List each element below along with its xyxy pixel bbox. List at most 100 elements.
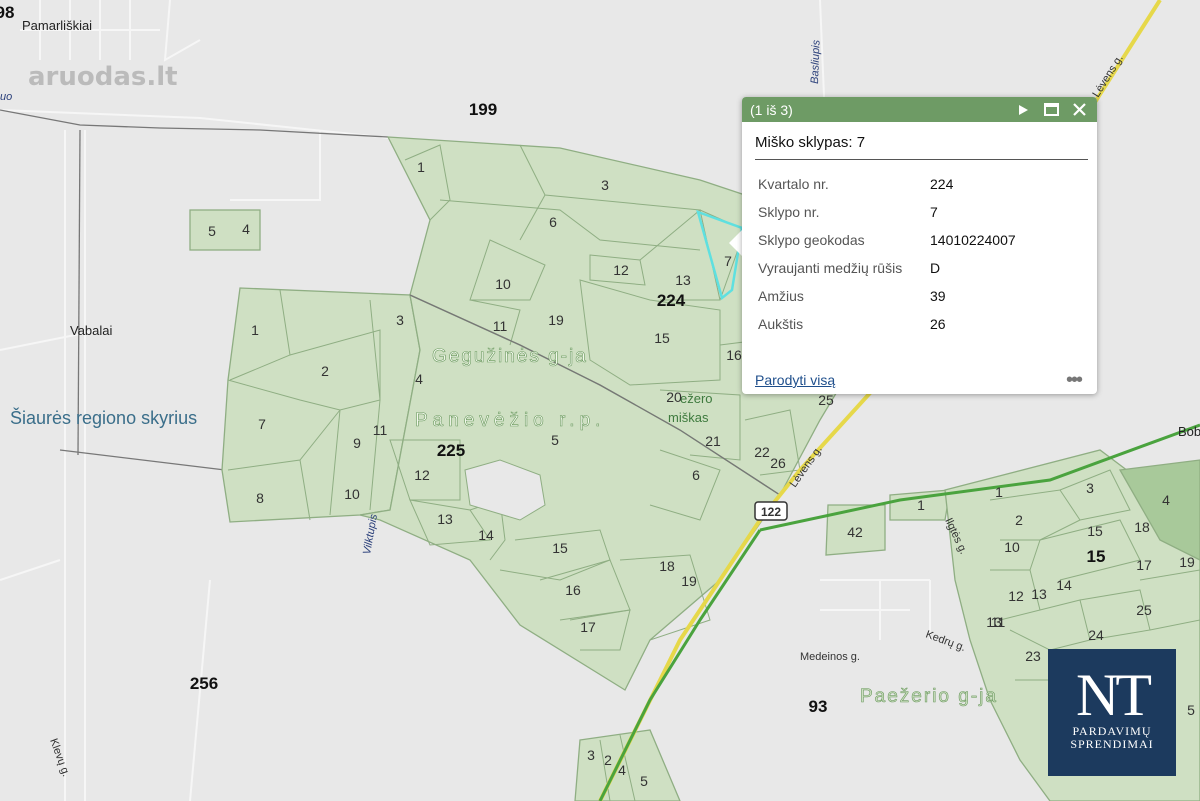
popup-pointer <box>729 229 743 257</box>
plot-number: 22 <box>754 444 770 460</box>
nt-logo: NT PARDAVIMŲ SPRENDIMAI <box>1048 649 1176 776</box>
plot-number: 23 <box>1025 648 1041 664</box>
attribute-value: 224 <box>930 176 954 192</box>
plot-number: 12 <box>1008 588 1024 604</box>
street-kedru: Kedrų g. <box>924 629 967 655</box>
plot-number: 11 <box>493 318 508 334</box>
popup-title: Miško sklypas: 7 <box>755 134 1088 160</box>
attribute-row: Kvartalo nr. 224 <box>758 170 1016 198</box>
plot-number: 3 <box>587 747 595 763</box>
street-vilktupis: Vilktupis <box>361 513 380 556</box>
plot-number: 2 <box>321 363 329 379</box>
quarter-98: 98 <box>0 3 14 22</box>
plot-number: 10 <box>344 486 360 502</box>
plot-number: 10 <box>495 276 511 292</box>
plot-number: 19 <box>1179 554 1195 570</box>
plot-number: 16 <box>726 347 742 363</box>
plot-number: 13 <box>675 272 691 288</box>
plot-number: 5 <box>551 432 559 448</box>
show-all-link[interactable]: Parodyti visą <box>755 372 835 388</box>
plot-number: 1 <box>917 497 925 513</box>
route-shield-122: 122 <box>754 501 788 521</box>
quarter-93: 93 <box>809 697 828 716</box>
place-vabalai: Vabalai <box>70 323 113 338</box>
plot-number: 12 <box>414 467 430 483</box>
plot-number: 15 <box>1087 523 1103 539</box>
popup-footer: Parodyti visą ••• <box>755 370 1083 390</box>
close-icon[interactable] <box>1069 100 1089 120</box>
plot-number: 17 <box>1136 557 1152 573</box>
attribute-key: Sklypo geokodas <box>758 232 865 248</box>
attribute-key: Vyraujanti medžių rūšis <box>758 260 903 276</box>
place-miskas: miškas <box>668 410 709 425</box>
plot-number: 19 <box>681 573 697 589</box>
street-uo: uo <box>0 91 12 103</box>
attribute-key: Sklypo nr. <box>758 204 820 220</box>
plot-number: 5 <box>1187 702 1195 718</box>
plot-number: 9 <box>353 435 361 451</box>
place-pamarliskiai: Pamarliškiai <box>22 18 92 33</box>
plot-number: 3 <box>396 312 404 328</box>
plot-number: 17 <box>580 619 596 635</box>
plot-number: 6 <box>692 467 700 483</box>
play-icon[interactable] <box>1013 100 1033 120</box>
attribute-row: Vyraujanti medžių rūšis D <box>758 254 1016 282</box>
nt-logo-line2: SPRENDIMAI <box>1070 737 1154 751</box>
plot-number: 4 <box>242 221 250 237</box>
attribute-row: Aukštis 26 <box>758 310 1016 338</box>
place-geguzines: Gegužinės g-ja <box>432 346 588 367</box>
attribute-value: D <box>930 260 941 276</box>
place-bob: Bob <box>1178 424 1200 439</box>
plot-number: 18 <box>659 558 675 574</box>
plot-number: 3 <box>1086 480 1094 496</box>
info-popup: (1 iš 3) Miško sklypas: 7 Kvartalo nr. 22… <box>742 97 1097 394</box>
place-paezerio: Paežerio g-ja <box>860 686 998 707</box>
place-panevezio: Panevėžio r.p. <box>415 410 605 431</box>
plot-number: 12 <box>613 262 629 278</box>
place-region-office: Šiaurės regiono skyrius <box>10 407 197 428</box>
plot-number: 10 <box>1004 539 1020 555</box>
plot-number: 14 <box>1056 577 1072 593</box>
plot-number: 15 <box>654 330 670 346</box>
street-klevu: Klevų g. <box>47 737 72 778</box>
attribute-key: Kvartalo nr. <box>758 176 829 192</box>
attribute-value: 14010224007 <box>930 232 1016 248</box>
more-options-icon[interactable]: ••• <box>1066 370 1083 390</box>
plot-number: 25 <box>1136 602 1152 618</box>
plot-number: 11 <box>991 614 1006 630</box>
quarter-199: 199 <box>469 100 497 119</box>
attribute-row: Sklypo nr. 7 <box>758 198 1016 226</box>
attribute-key: Amžius <box>758 288 804 304</box>
place-ezero: ežero <box>680 391 713 406</box>
plot-number: 4 <box>618 762 626 778</box>
street-medeinos: Medeinos g. <box>800 651 860 663</box>
nt-logo-mark: NT <box>1076 662 1152 728</box>
plot-number: 6 <box>549 214 557 230</box>
plot-number: 7 <box>258 416 266 432</box>
attribute-row: Amžius 39 <box>758 282 1016 310</box>
plot-number: 24 <box>1088 627 1104 643</box>
plot-number: 1 <box>251 322 259 338</box>
plot-number: 1 <box>417 159 425 175</box>
quarter-256: 256 <box>190 674 218 693</box>
plot-number: 5 <box>208 223 216 239</box>
attribute-value: 26 <box>930 316 946 332</box>
popup-header: (1 iš 3) <box>742 97 1097 122</box>
attribute-key: Aukštis <box>758 316 804 332</box>
plot-number: 4 <box>415 371 423 387</box>
quarter-225: 225 <box>437 441 465 460</box>
plot-number: 21 <box>705 433 721 449</box>
maximize-icon[interactable] <box>1041 100 1061 120</box>
plot-number: 19 <box>548 312 564 328</box>
svg-text:122: 122 <box>761 505 781 519</box>
plot-number: 25 <box>818 392 834 408</box>
plot-number: 26 <box>770 455 786 471</box>
plot-number: 1 <box>995 484 1003 500</box>
plot-number: 2 <box>1015 512 1023 528</box>
plot-number: 2 <box>604 752 612 768</box>
plot-number: 42 <box>847 524 863 540</box>
attributes-table: Kvartalo nr. 224 Sklypo nr. 7 Sklypo geokoda… <box>758 170 1016 338</box>
aruodas-watermark: aruodas.lt <box>28 62 178 92</box>
plot-number: 18 <box>1134 519 1150 535</box>
plot-number: 15 <box>552 540 568 556</box>
